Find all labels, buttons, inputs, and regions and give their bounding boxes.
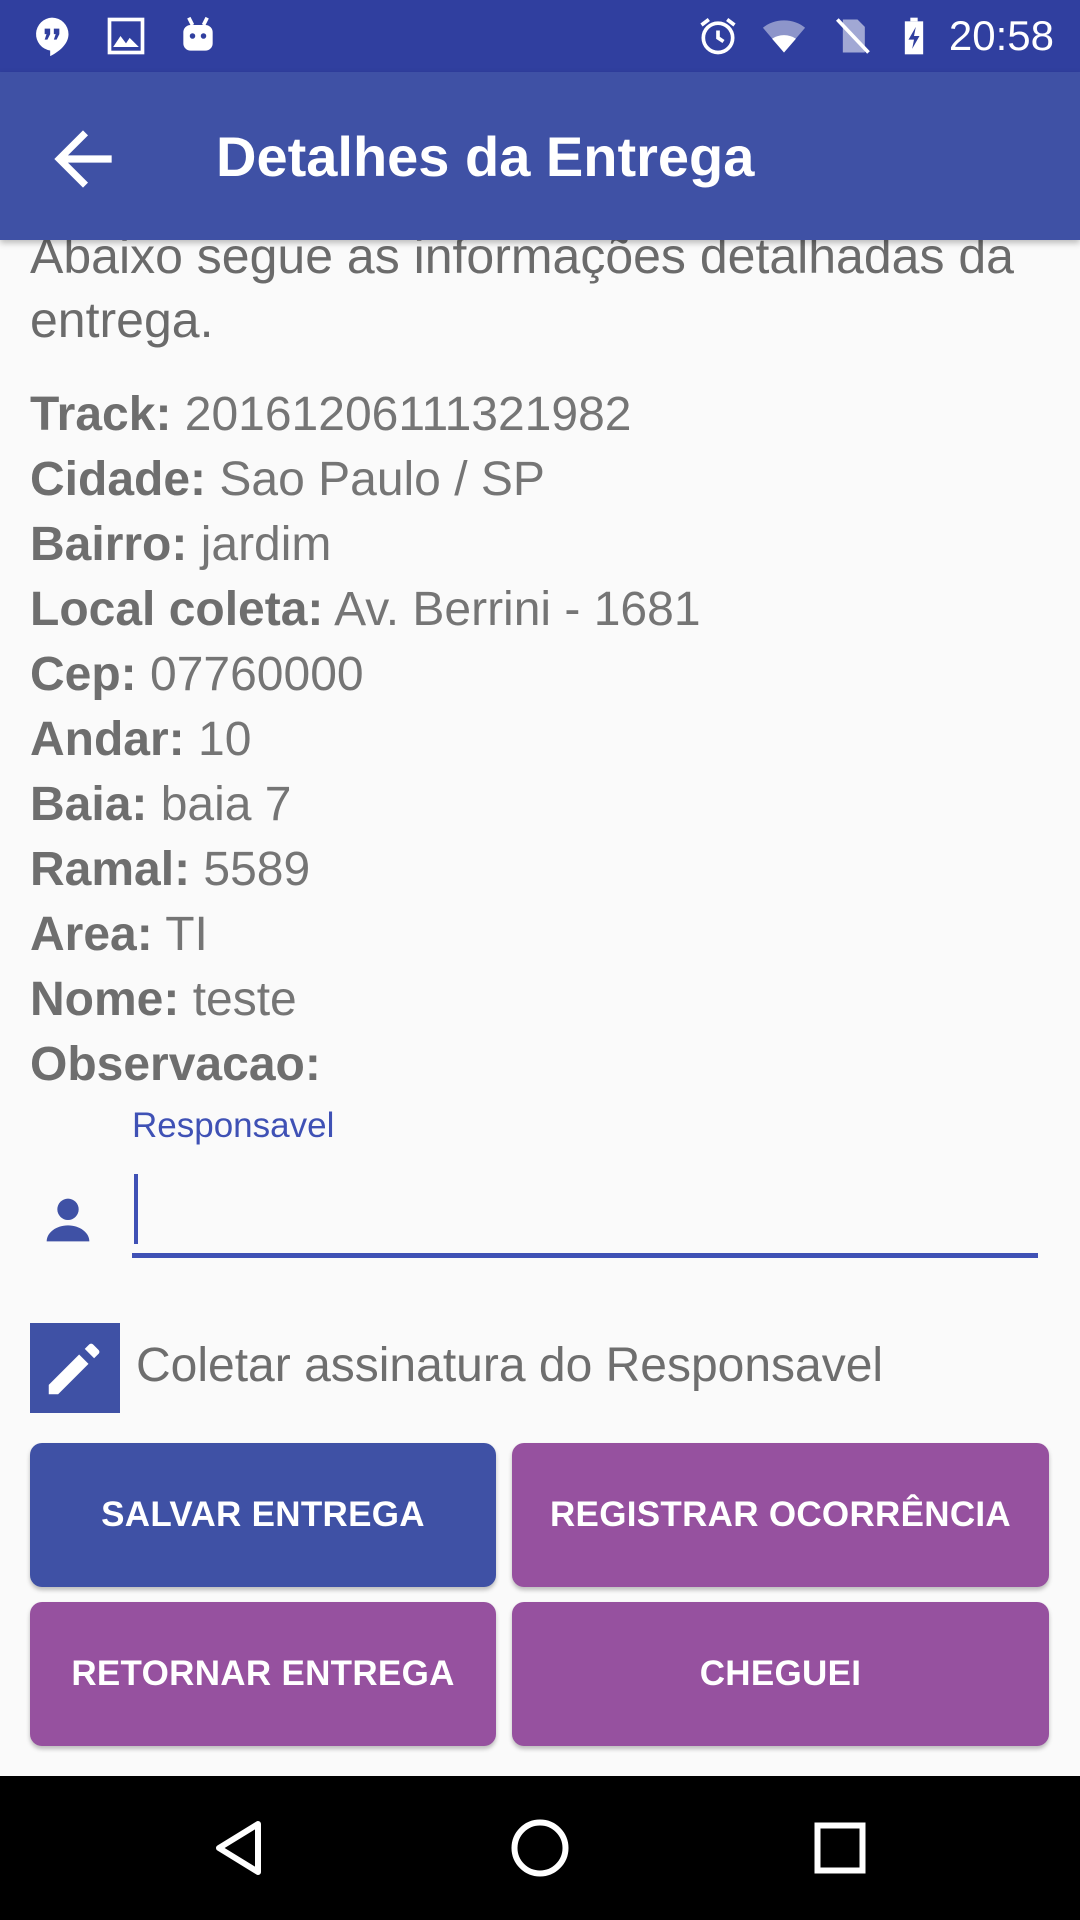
detail-row-cidade: Cidade: Sao Paulo / SP bbox=[30, 447, 701, 512]
detail-label: Local coleta: bbox=[30, 583, 324, 636]
detail-label: Baia: bbox=[30, 778, 148, 831]
detail-value: TI bbox=[165, 908, 208, 961]
detail-label: Track: bbox=[30, 388, 172, 441]
detail-label: Cidade: bbox=[30, 453, 207, 506]
recents-nav-icon[interactable] bbox=[804, 1812, 876, 1884]
hangouts-icon bbox=[36, 17, 69, 57]
page-title: Detalhes da Entrega bbox=[216, 125, 755, 188]
detail-row-cep: Cep: 07760000 bbox=[30, 642, 701, 707]
detail-value: jardim bbox=[200, 518, 332, 571]
arrow-back-icon[interactable] bbox=[40, 116, 126, 202]
detail-label: Area: bbox=[30, 908, 153, 961]
status-time: 20:58 bbox=[948, 12, 1054, 59]
detail-label: Observacao: bbox=[30, 1038, 321, 1091]
detail-label: Cep: bbox=[30, 648, 137, 701]
back-nav-icon[interactable] bbox=[204, 1812, 276, 1884]
detail-label: Nome: bbox=[30, 973, 180, 1026]
pencil-icon[interactable] bbox=[30, 1323, 120, 1413]
collect-signature-label[interactable]: Coletar assinatura do Responsavel bbox=[136, 1338, 883, 1393]
responsavel-label: Responsavel bbox=[132, 1106, 335, 1145]
detail-value: 5589 bbox=[203, 843, 311, 896]
navigation-bar bbox=[0, 1776, 1080, 1920]
no-sim-icon bbox=[836, 18, 870, 54]
detail-row-ramal: Ramal: 5589 bbox=[30, 837, 701, 902]
detail-row-local-coleta: Local coleta: Av. Berrini - 1681 bbox=[30, 577, 701, 642]
salvar-entrega-button[interactable]: SALVAR ENTREGA bbox=[30, 1443, 496, 1587]
cheguei-button[interactable]: CHEGUEI bbox=[512, 1602, 1049, 1746]
detail-row-baia: Baia: baia 7 bbox=[30, 772, 701, 837]
image-icon bbox=[107, 17, 145, 55]
status-bar: 20:58 bbox=[0, 0, 1080, 72]
detail-row-track: Track: 20161206111321982 bbox=[30, 382, 701, 447]
alarm-icon bbox=[700, 18, 736, 55]
detail-label: Andar: bbox=[30, 713, 185, 766]
details-scroll-view[interactable]: Abaixo segue as informações detalhadas d… bbox=[0, 240, 1080, 1776]
home-nav-icon[interactable] bbox=[504, 1812, 576, 1884]
detail-value: Av. Berrini - 1681 bbox=[334, 583, 701, 636]
wifi-icon bbox=[762, 20, 806, 53]
detail-row-bairro: Bairro: jardim bbox=[30, 512, 701, 577]
detail-label: Bairro: bbox=[30, 518, 188, 571]
detail-row-area: Area: TI bbox=[30, 902, 701, 967]
detail-row-observacao: Observacao: bbox=[30, 1032, 701, 1097]
android-icon bbox=[183, 16, 213, 51]
text-cursor bbox=[134, 1174, 138, 1244]
retornar-entrega-button[interactable]: RETORNAR ENTREGA bbox=[30, 1602, 496, 1746]
responsavel-input[interactable] bbox=[132, 1170, 1038, 1258]
detail-value: 10 bbox=[198, 713, 252, 766]
detail-value: teste bbox=[192, 973, 297, 1026]
app-bar: Detalhes da Entrega bbox=[0, 72, 1080, 240]
intro-text: Abaixo segue as informações detalhadas d… bbox=[30, 240, 1014, 348]
detail-row-andar: Andar: 10 bbox=[30, 707, 701, 772]
registrar-ocorrencia-button[interactable]: REGISTRAR OCORRÊNCIA bbox=[512, 1443, 1049, 1587]
person-icon bbox=[46, 1198, 90, 1242]
detail-value: 20161206111321982 bbox=[184, 388, 632, 441]
detail-value: baia 7 bbox=[160, 778, 292, 831]
battery-charging-icon bbox=[904, 17, 924, 55]
details-list: Track: 20161206111321982 Cidade: Sao Pau… bbox=[30, 382, 701, 1097]
detail-label: Ramal: bbox=[30, 843, 191, 896]
detail-value: 07760000 bbox=[150, 648, 364, 701]
detail-row-nome: Nome: teste bbox=[30, 967, 701, 1032]
detail-value: Sao Paulo / SP bbox=[219, 453, 545, 506]
